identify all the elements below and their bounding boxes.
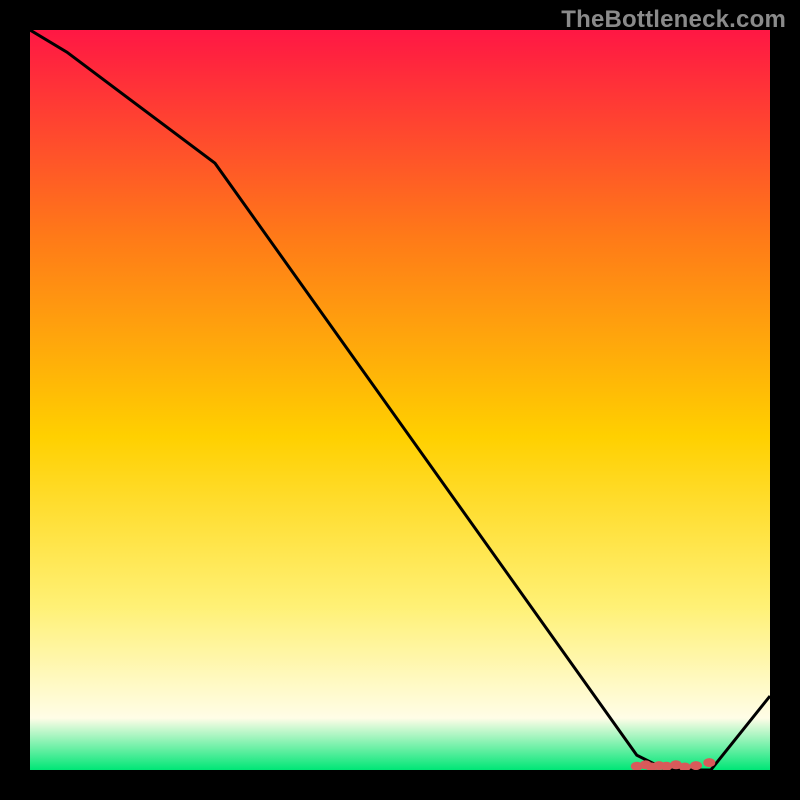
marker-point xyxy=(703,758,715,767)
plot-area xyxy=(30,30,770,770)
gradient-background xyxy=(30,30,770,770)
marker-point xyxy=(690,761,702,770)
chart-svg xyxy=(30,30,770,770)
chart-frame: TheBottleneck.com xyxy=(0,0,800,800)
